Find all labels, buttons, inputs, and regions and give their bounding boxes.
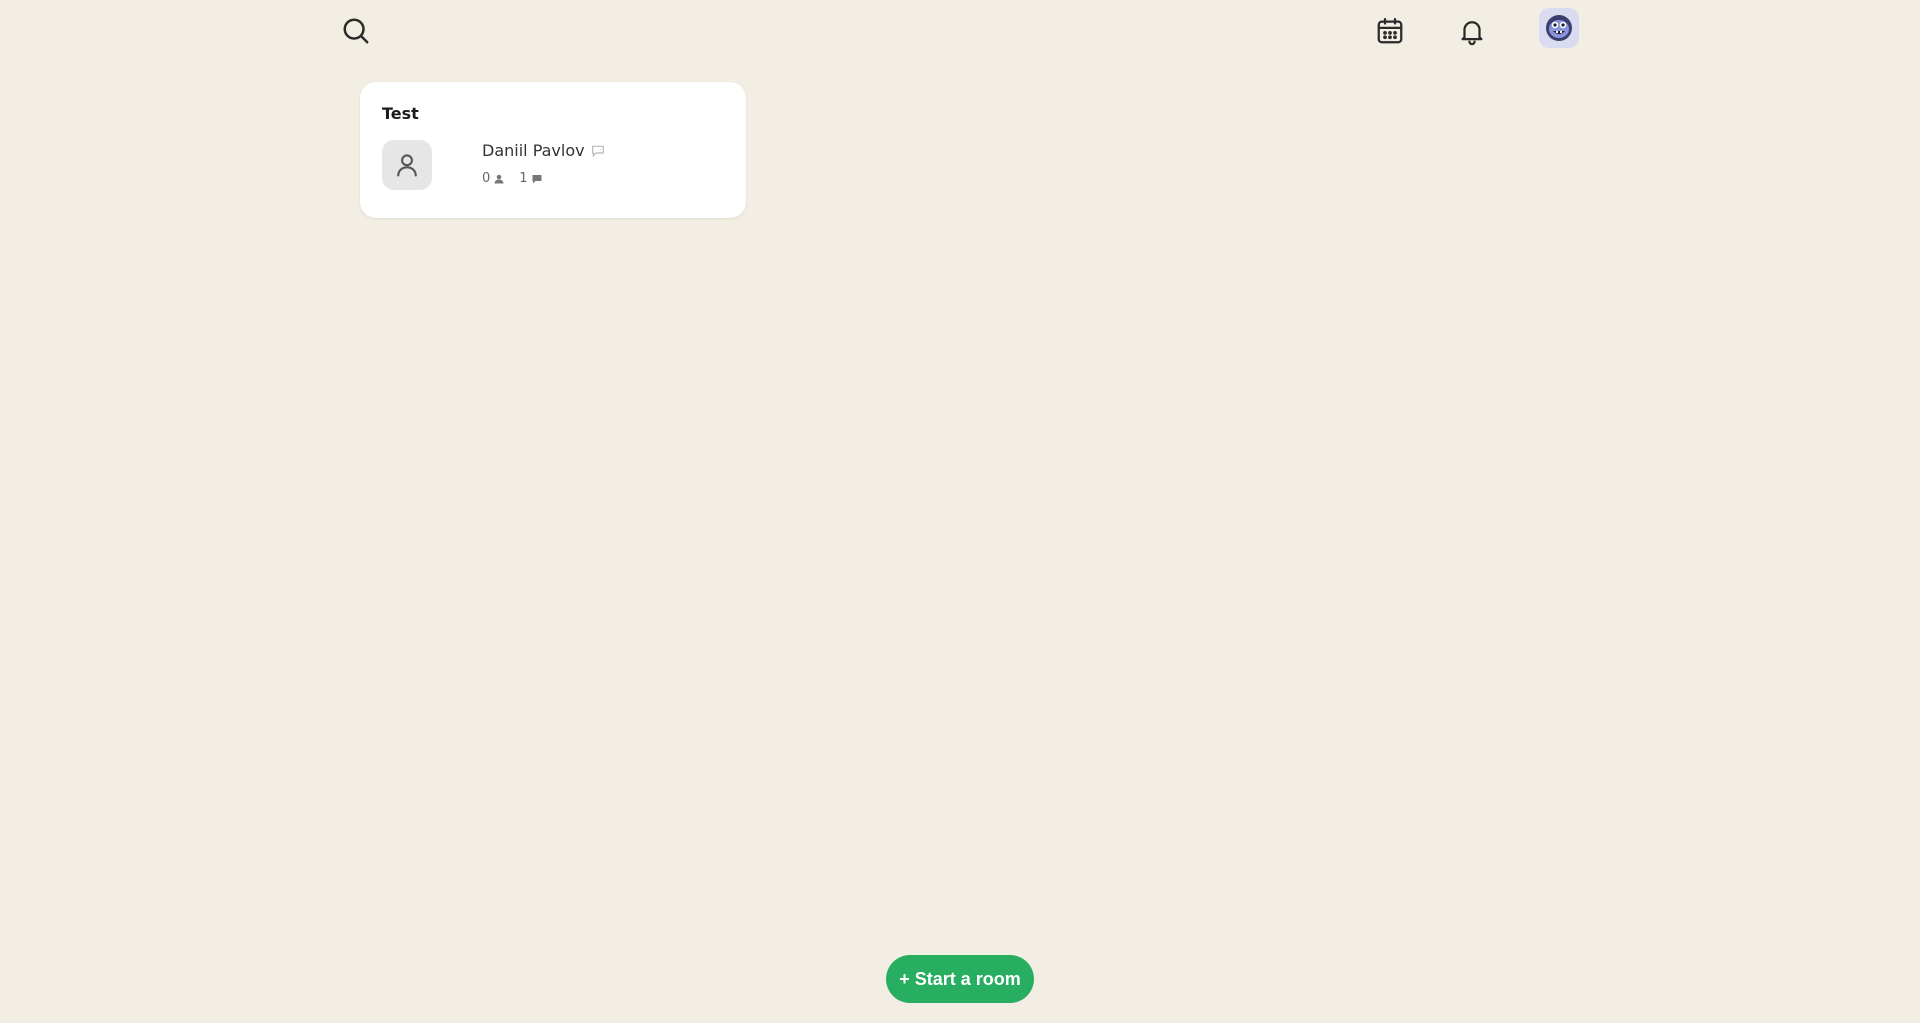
- start-room-button[interactable]: + Start a room: [886, 955, 1034, 1003]
- bell-icon: [1461, 21, 1483, 46]
- calendar-icon: [1377, 18, 1403, 44]
- chat-bubble-icon: [532, 174, 542, 183]
- calendar-button[interactable]: [1372, 12, 1408, 50]
- room-card[interactable]: Test Daniil Pavlov 0 1: [360, 82, 746, 218]
- room-stats: 0 1: [482, 171, 557, 186]
- listener-count: 0: [482, 171, 491, 186]
- user-placeholder-icon: [397, 154, 417, 177]
- profile-avatar-button[interactable]: [1539, 8, 1579, 48]
- host-row: Daniil Pavlov: [482, 141, 606, 160]
- listener-count-stat: 0: [482, 171, 505, 186]
- speaker-count-stat: 1: [519, 171, 542, 186]
- search-icon: [343, 18, 369, 44]
- top-bar: [0, 0, 1920, 64]
- room-title: Test: [382, 104, 419, 123]
- notifications-button[interactable]: [1453, 12, 1491, 50]
- speaker-chat-icon: [590, 143, 606, 159]
- person-icon: [494, 174, 504, 183]
- speaker-count: 1: [519, 171, 528, 186]
- host-name: Daniil Pavlov: [482, 141, 585, 160]
- profile-avatar-icon: [1546, 15, 1572, 41]
- search-button[interactable]: [338, 12, 374, 50]
- host-avatar: [382, 140, 432, 190]
